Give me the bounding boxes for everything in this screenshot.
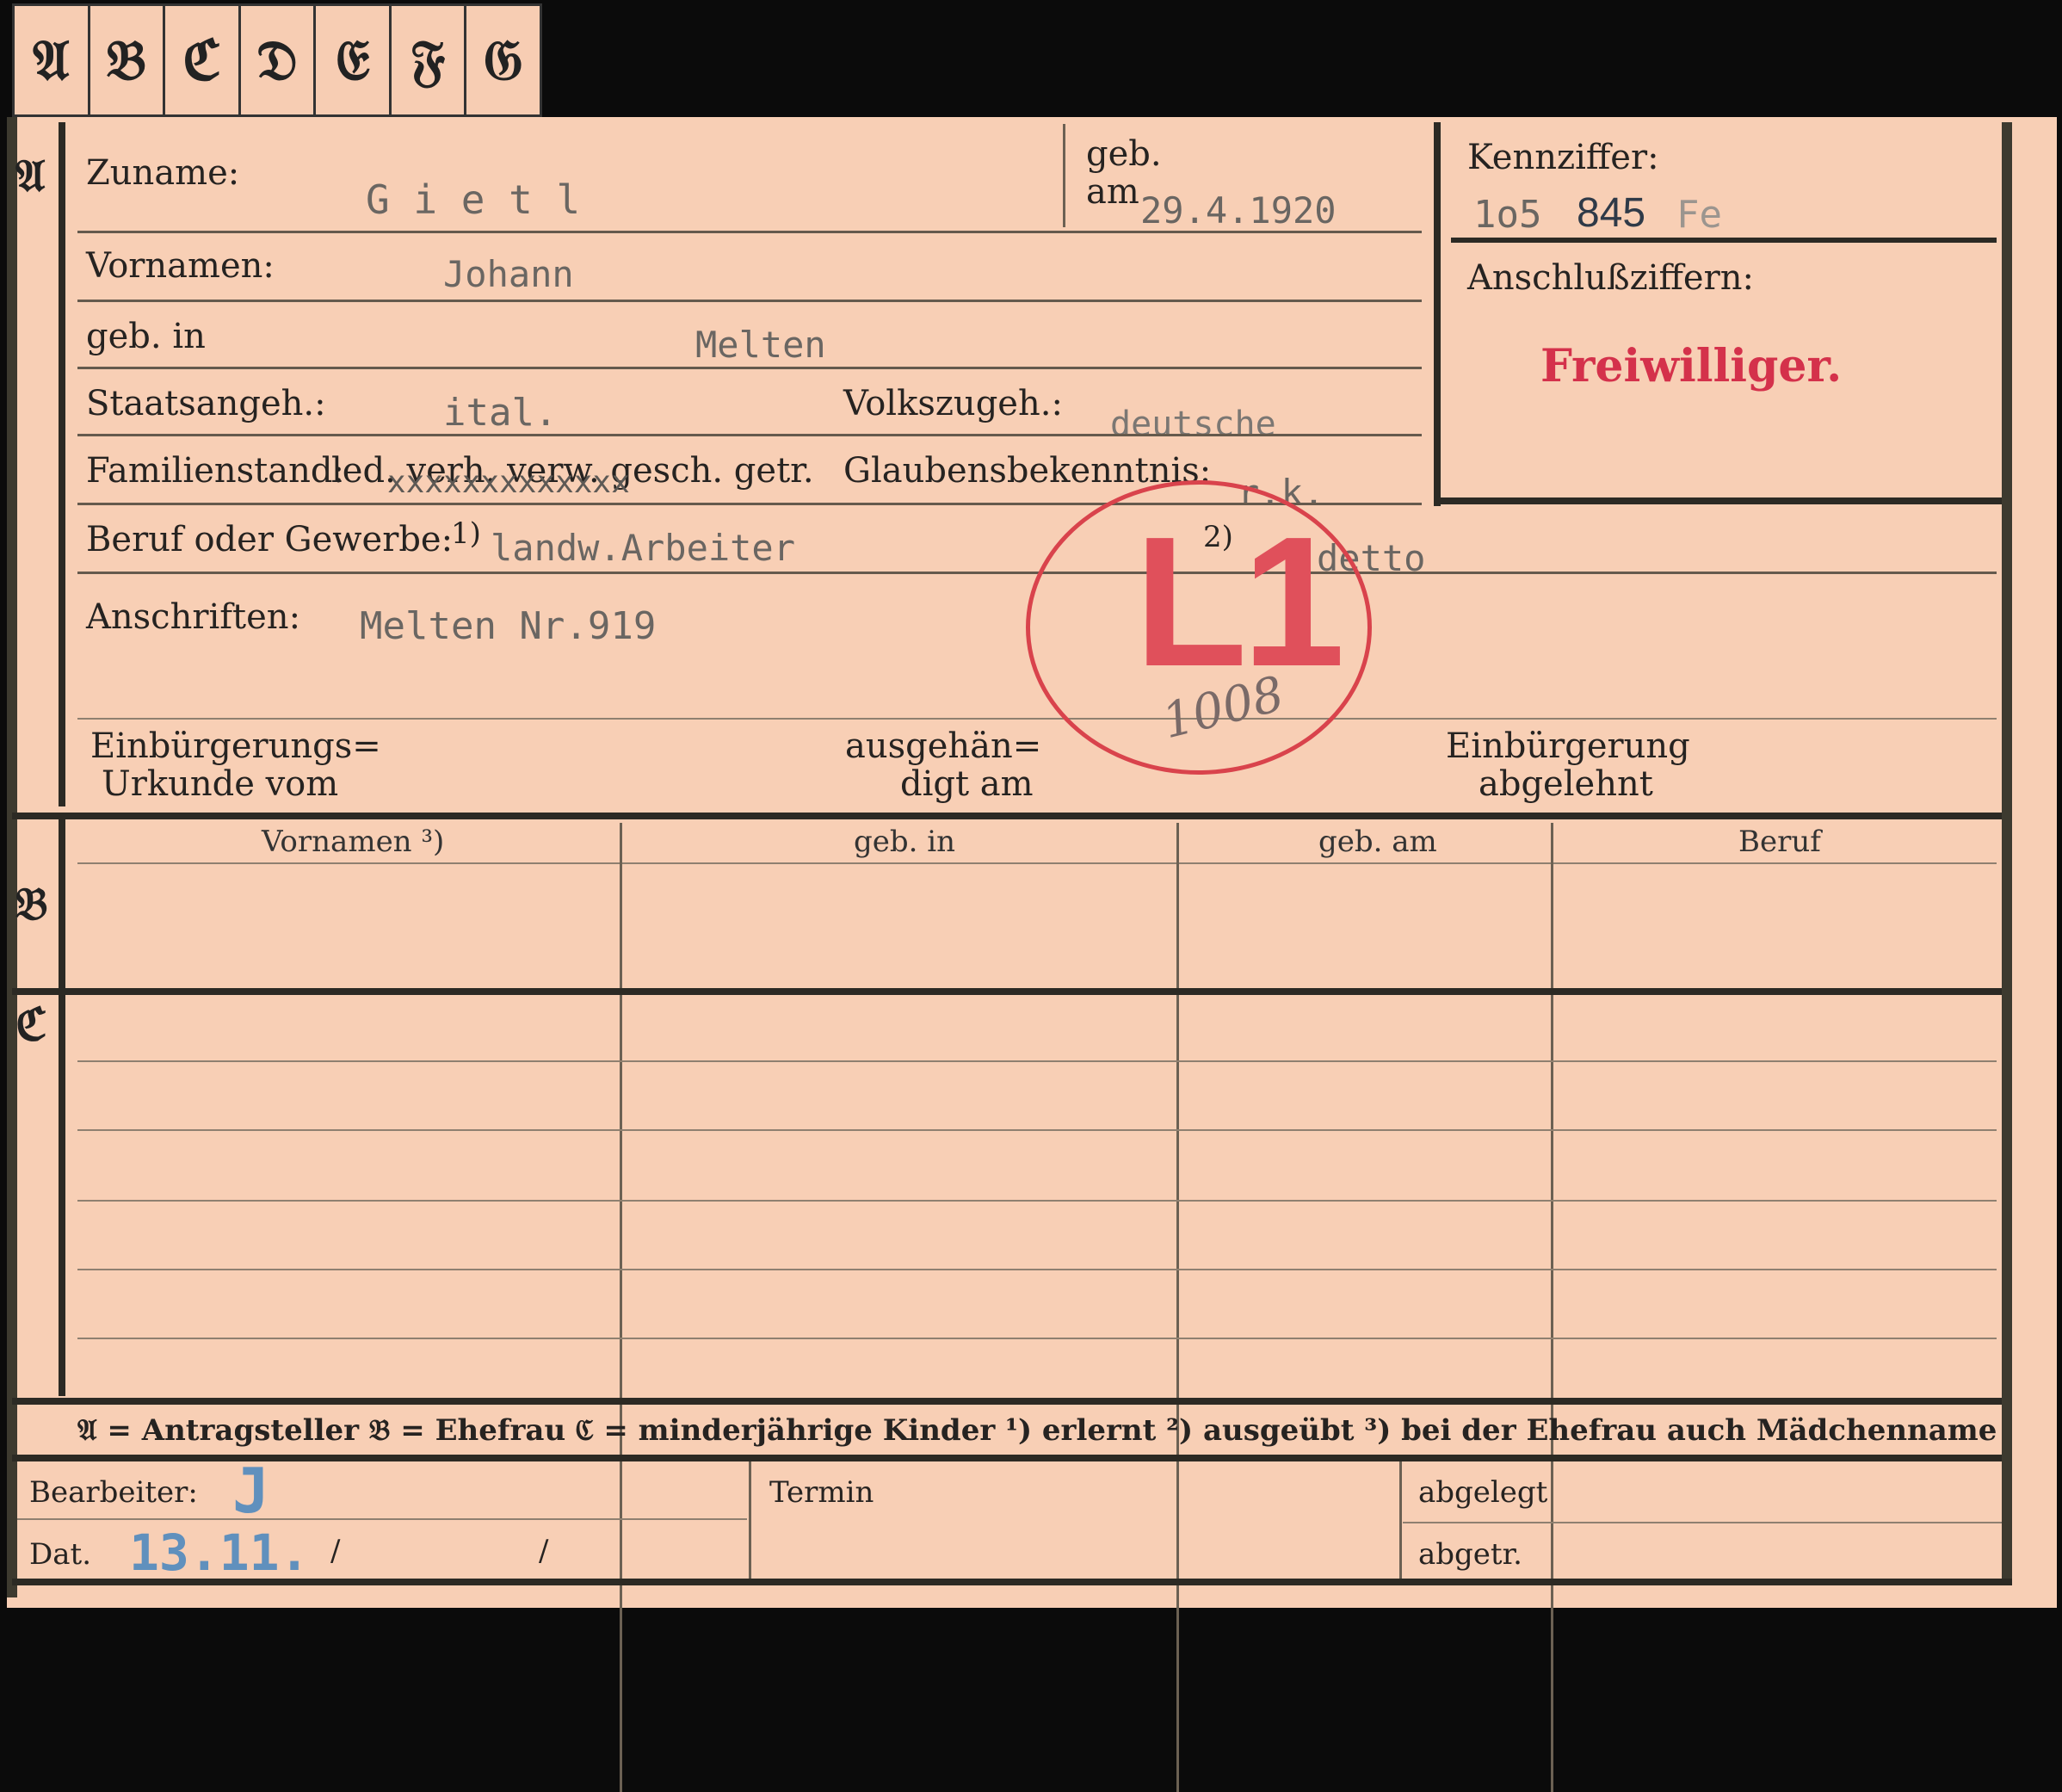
kennziffer-label: Kennziffer: [1467, 138, 1659, 177]
column-beruf-header: Beruf [1738, 825, 1821, 859]
column-divider-1 [620, 823, 622, 1792]
datum-slash-2: / [539, 1534, 549, 1568]
abgelegt-label: abgelegt [1418, 1475, 1548, 1510]
tab-d[interactable]: 𝔇 [241, 6, 317, 114]
einbuergerung-abgelehnt-label-2: abgelehnt [1479, 764, 1653, 804]
datum-slash-1: / [330, 1534, 341, 1568]
column-divider-2 [1176, 823, 1179, 1792]
beruf-value[interactable]: landw.Arbeiter [491, 527, 795, 569]
kennziffer-box-left [1434, 122, 1441, 506]
section-a-divider [59, 122, 65, 806]
datum-label: Dat. [29, 1537, 92, 1572]
zuname-value[interactable]: G i e t l [366, 176, 580, 223]
staatsangeh-line [77, 434, 1422, 436]
section-bc-divider [59, 819, 65, 1396]
staatsangeh-value[interactable]: ital. [443, 391, 557, 435]
column-geb-am-header: geb. am [1318, 825, 1437, 859]
ausgehaendigt-label-2: digt am [900, 764, 1034, 804]
vornamen-label: Vornamen: [86, 246, 275, 286]
children-row-line-2 [77, 1129, 1997, 1131]
anschriften-label: Anschriften: [86, 597, 301, 637]
kennziffer-box-bottom [1434, 497, 2002, 504]
abgelegt-divider [1399, 1461, 1402, 1580]
termin-label: Termin [769, 1475, 874, 1510]
kennziffer-value-1[interactable]: 1o5 [1473, 193, 1541, 237]
familienstand-strikeout: xxxxxxxxxxxxx [387, 465, 630, 500]
geb-am-divider [1063, 124, 1065, 227]
geb-in-line [77, 367, 1422, 369]
zuname-label: Zuname: [86, 153, 240, 193]
column-divider-3 [1551, 823, 1553, 1792]
anschriften-value[interactable]: Melten Nr.919 [360, 604, 656, 648]
card-left-border [7, 117, 17, 1597]
vornamen-line [77, 300, 1422, 302]
geb-in-label: geb. in [86, 317, 206, 356]
legend-text: 𝔄 = Antragsteller 𝔅 = Ehefrau ℭ = minder… [77, 1413, 1997, 1448]
zuname-line [77, 231, 1422, 233]
bearbeiter-value[interactable]: J [232, 1455, 269, 1527]
section-b-marker: 𝔅 [15, 878, 48, 930]
beruf-label: Beruf oder Gewerbe: [86, 520, 454, 559]
section-c-top-border [12, 988, 2002, 995]
geb-in-value[interactable]: Melten [695, 324, 826, 366]
ausgehaendigt-label-1: ausgehän= [845, 726, 1042, 766]
kennziffer-value-3[interactable]: Fe [1676, 193, 1722, 237]
einbuergerung-urkunde-label-1: Einbürgerungs= [90, 726, 381, 766]
bearbeiter-line [17, 1518, 747, 1520]
volkszugeh-label: Volkszugeh.: [843, 384, 1063, 423]
legend-top-border [12, 1398, 2002, 1405]
children-row-line-1 [77, 1060, 1997, 1062]
tab-f[interactable]: 𝔉 [392, 6, 467, 114]
bearbeiter-label: Bearbeiter: [29, 1475, 198, 1510]
beruf-note-1: 1) [451, 516, 481, 551]
anschlussziffern-label: Anschlußziffern: [1467, 258, 1754, 298]
section-c-marker: ℭ [15, 998, 47, 1051]
staatsangeh-label: Staatsangeh.: [86, 384, 326, 423]
volkszugeh-value[interactable]: deutsche [1110, 405, 1276, 444]
termin-divider [749, 1461, 751, 1580]
kennziffer-separator [1451, 238, 1997, 243]
geb-label: geb. [1086, 134, 1162, 174]
tab-b[interactable]: 𝔅 [90, 6, 166, 114]
am-label: am [1086, 172, 1139, 212]
anschriften-line [77, 718, 1997, 720]
section-b-top-border [12, 813, 2002, 819]
column-geb-in-header: geb. in [854, 825, 956, 859]
column-vornamen-header: Vornamen ³) [262, 825, 445, 859]
children-row-line-5 [77, 1338, 1997, 1339]
table-header-line [77, 862, 1997, 864]
tab-c[interactable]: ℭ [165, 6, 241, 114]
familienstand-label: Familienstand: [86, 451, 344, 491]
children-row-line-4 [77, 1269, 1997, 1270]
geb-am-value[interactable]: 29.4.1920 [1140, 189, 1337, 232]
vornamen-value[interactable]: Johann [443, 253, 574, 295]
einbuergerung-abgelehnt-label-1: Einbürgerung [1446, 726, 1690, 766]
freiwilliger-stamp: Freiwilliger. [1540, 340, 1843, 392]
abgelegt-line [1403, 1522, 2002, 1523]
kennziffer-value-2[interactable]: 845 [1577, 189, 1645, 237]
einbuergerung-urkunde-label-2: Urkunde vom [102, 764, 339, 804]
registration-card: 𝔄 𝔅 ℭ 𝔇 𝔈 𝔉 𝔊 𝔄 Zuname: G i e t l geb. a… [0, 0, 2062, 1792]
legend-bottom-border [12, 1455, 2002, 1461]
tab-a[interactable]: 𝔄 [15, 6, 90, 114]
section-a-marker: 𝔄 [15, 150, 46, 202]
register-tabs: 𝔄 𝔅 ℭ 𝔇 𝔈 𝔉 𝔊 [12, 3, 542, 117]
tab-g[interactable]: 𝔊 [466, 6, 540, 114]
abgetragen-label: abgetr. [1418, 1537, 1522, 1572]
children-row-line-3 [77, 1200, 1997, 1202]
card-right-border [2002, 122, 2012, 1585]
card-bottom-border [12, 1579, 2012, 1585]
tab-e[interactable]: 𝔈 [316, 6, 392, 114]
datum-value[interactable]: 13.11. [129, 1523, 310, 1582]
